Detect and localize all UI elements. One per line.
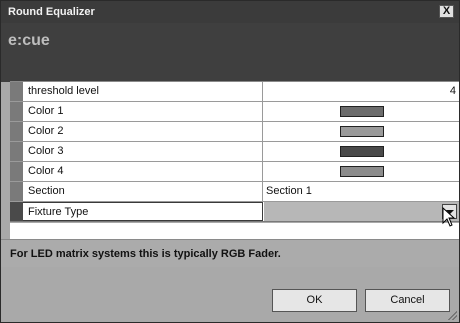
property-label: threshold level bbox=[23, 82, 263, 101]
color-4-swatch[interactable] bbox=[340, 166, 384, 177]
window-title: Round Equalizer bbox=[8, 6, 95, 18]
resize-grip-icon[interactable] bbox=[447, 310, 457, 320]
property-value-cell[interactable] bbox=[264, 162, 459, 181]
grid-empty-area bbox=[10, 223, 459, 239]
row-gutter bbox=[10, 82, 23, 101]
title-bar: Round Equalizer X bbox=[1, 1, 459, 23]
color-2-swatch[interactable] bbox=[340, 126, 384, 137]
property-value-cell[interactable] bbox=[264, 102, 459, 121]
cancel-button[interactable]: Cancel bbox=[365, 289, 450, 312]
property-row-section[interactable]: Section Section 1 bbox=[10, 182, 459, 202]
fixture-type-dropdown[interactable] bbox=[264, 202, 459, 221]
description-text: For LED matrix systems this is typically… bbox=[10, 248, 281, 260]
property-label: Color 4 bbox=[23, 162, 263, 181]
row-gutter bbox=[10, 102, 23, 121]
close-icon: X bbox=[442, 5, 451, 17]
property-label: Color 2 bbox=[23, 122, 263, 141]
row-gutter bbox=[10, 182, 23, 201]
property-row-threshold-level[interactable]: threshold level 4 bbox=[10, 82, 459, 102]
property-value-cell[interactable]: 4 bbox=[264, 82, 459, 101]
threshold-level-value: 4 bbox=[449, 85, 456, 97]
property-row-fixture-type[interactable]: Fixture Type bbox=[10, 202, 459, 222]
property-row-color-4[interactable]: Color 4 bbox=[10, 162, 459, 182]
property-label: Fixture Type bbox=[23, 202, 263, 221]
property-grid: threshold level 4 Color 1 Color 2 Color … bbox=[10, 81, 459, 222]
round-equalizer-dialog: Round Equalizer X e:cue threshold level … bbox=[0, 0, 460, 323]
property-row-color-3[interactable]: Color 3 bbox=[10, 142, 459, 162]
close-button[interactable]: X bbox=[439, 5, 454, 18]
property-value-cell[interactable] bbox=[264, 122, 459, 141]
row-gutter bbox=[10, 162, 23, 181]
mouse-pointer-icon bbox=[442, 207, 456, 227]
ok-button[interactable]: OK bbox=[272, 289, 357, 312]
row-gutter bbox=[10, 142, 23, 161]
row-gutter bbox=[10, 202, 23, 221]
header-banner: e:cue bbox=[1, 23, 459, 82]
property-row-color-1[interactable]: Color 1 bbox=[10, 102, 459, 122]
description-panel: For LED matrix systems this is typically… bbox=[1, 239, 459, 267]
section-value[interactable]: Section 1 bbox=[264, 182, 459, 201]
property-label: Section bbox=[23, 182, 263, 201]
ecue-logo: e:cue bbox=[8, 32, 50, 49]
property-row-color-2[interactable]: Color 2 bbox=[10, 122, 459, 142]
property-label: Color 1 bbox=[23, 102, 263, 121]
property-label: Color 3 bbox=[23, 142, 263, 161]
color-1-swatch[interactable] bbox=[340, 106, 384, 117]
property-value-cell[interactable] bbox=[264, 142, 459, 161]
row-gutter bbox=[10, 122, 23, 141]
color-3-swatch[interactable] bbox=[340, 146, 384, 157]
